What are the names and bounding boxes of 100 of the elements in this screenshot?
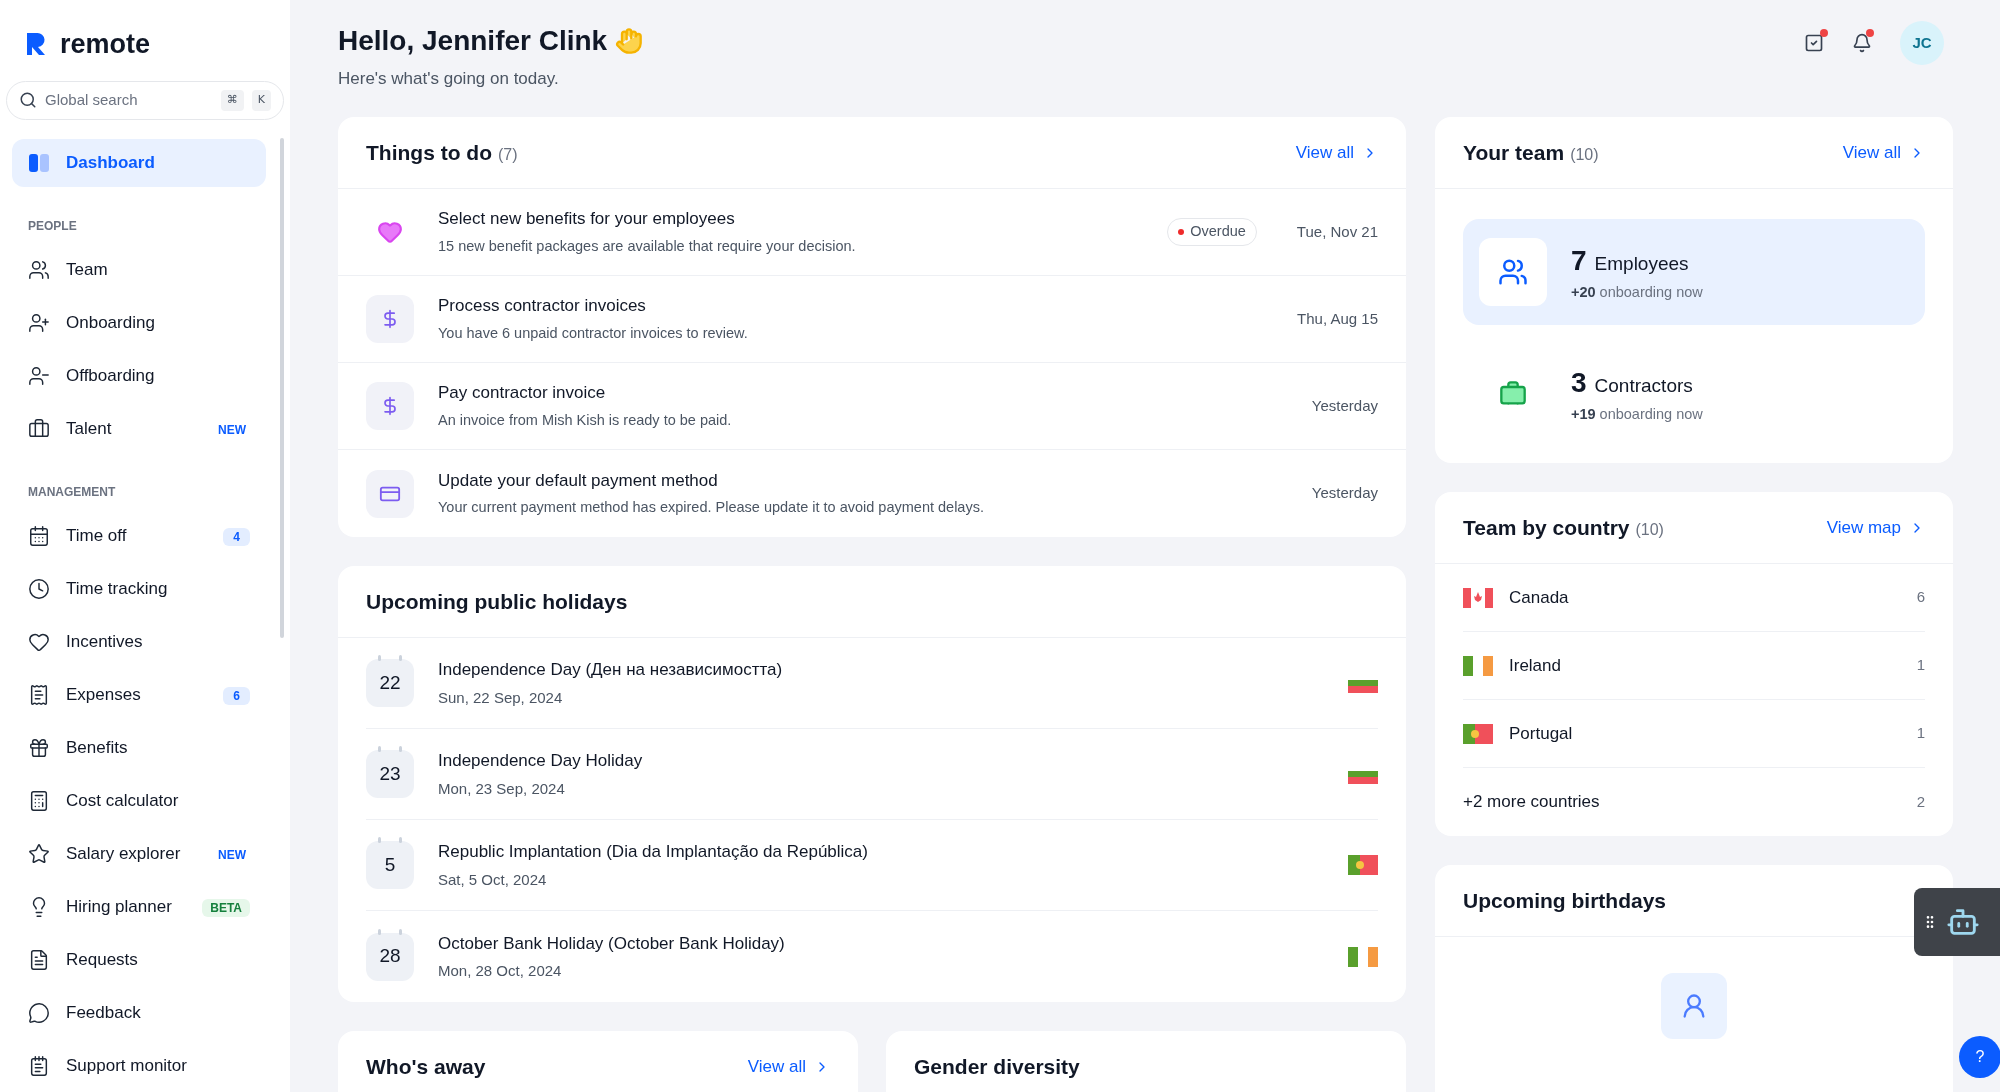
onboarding-delta: +20 [1571,283,1596,303]
count-badge: 4 [223,527,250,546]
people-icon [28,258,50,281]
nav-label: Time tracking [66,577,168,600]
country-name: Canada [1509,586,1570,609]
nav-item[interactable]: Talent NEW [12,404,266,453]
nav-label: Requests [66,948,138,971]
count-text: (10) [1635,519,1664,540]
todo-row[interactable]: Select new benefits for your employees 15 new benefit packages are available that require your decision. Overdue Tue, Nov 21 [338,189,1406,276]
card-title: Gender diversity [914,1053,1080,1080]
todo-description: 15 new benefit packages are available that require your decision. [438,236,857,256]
holiday-name: Independence Day (Ден на независимостта) [438,659,784,681]
nav-label: Support monitor [66,1054,187,1077]
calculator-icon [28,789,50,812]
shortcut-key: K [251,90,271,111]
todo-title: Pay contractor invoice [438,382,607,405]
todo-row[interactable]: Process contractor invoices You have 6 unpaid contractor invoices to review. Thu, Aug 15 [338,276,1406,363]
nav-item[interactable]: Support monitor [12,1041,266,1090]
todo-description: You have 6 unpaid contractor invoices to review. [438,323,749,343]
card-title: Upcoming birthdays [1463,887,1667,914]
card-title: Upcoming public holidays [366,588,628,615]
nav-label: Cost calculator [66,789,179,812]
gift-icon [28,736,50,759]
todo-description: An invoice from Mish Kish is ready to be paid. [438,410,733,430]
todo-title: Update your default payment method [438,469,719,492]
nav-item[interactable]: Cost calculator [12,776,266,825]
holiday-name: October Bank Holiday (October Bank Holiday) [438,932,786,955]
help-button[interactable]: ? [1959,1036,2000,1078]
nav-item[interactable]: Salary explorer NEW [12,829,266,878]
notepad-icon [28,1054,50,1077]
brand-name: remote [60,28,151,61]
nav-item[interactable]: Benefits [12,723,266,772]
briefcase-icon [1499,380,1527,408]
nav-label: Salary explorer [66,842,181,865]
view-link[interactable]: View all [747,1053,830,1080]
country-count: 1 [1916,723,1925,744]
country-count: 6 [1916,587,1925,608]
country-name: Portugal [1509,722,1574,745]
view-link[interactable]: View map [1826,514,1925,541]
nav-label: Onboarding [66,311,155,334]
tag: BETA [202,898,250,917]
country-row[interactable]: Portugal 1 [1463,700,1925,768]
assistant-widget[interactable] [1914,888,2000,956]
country-row[interactable]: Canada 6 [1463,564,1925,632]
holiday-name: Independence Day Holiday [438,750,644,772]
country-name: Ireland [1509,654,1562,677]
view-link[interactable]: View all [1842,139,1925,166]
todo-row[interactable]: Update your default payment method Your current payment method has expired. Please update it to avoid payment delays. Yesterday [338,450,1406,537]
speech-bubble-icon [28,1001,50,1024]
nav-item[interactable]: Incentives [12,617,266,666]
nav-item[interactable]: Team [12,245,266,294]
tag: NEW [214,422,250,437]
nav-item[interactable]: Time off 4 [12,511,266,560]
nav-label: Team [66,258,108,281]
nav-label: Hiring planner [66,895,172,918]
nav-label: Expenses [66,683,141,706]
calendar-icon [28,524,50,547]
card-title: Things to do [366,139,492,166]
user-avatar[interactable]: JC [1900,21,1944,65]
card-title: Team by country [1463,514,1630,541]
search-icon [19,91,37,110]
nav-item[interactable]: Requests [12,935,266,984]
person-minus-icon [28,364,50,387]
country-row[interactable]: Ireland 1 [1463,632,1925,700]
waving-hand-icon [615,27,644,55]
todo-description: Your current payment method has expired. Please update it to avoid payment delays. [438,498,985,518]
count-text: (7) [498,144,518,165]
view-link[interactable]: View all [1295,139,1378,166]
todo-row[interactable]: Pay contractor invoice An invoice from Mish Kish is ready to be paid. Yesterday [338,363,1406,450]
document-icon [28,948,50,971]
team-label: Employees [1594,252,1689,277]
people-icon [1498,257,1528,287]
payment-card-icon [366,469,414,518]
holiday-date: Sat, 5 Oct, 2024 [438,869,548,890]
holiday-date: Mon, 23 Sep, 2024 [438,778,566,799]
nav-item[interactable]: Hiring planner BETA [12,882,266,931]
person-plus-icon [28,311,50,334]
holiday-date: Sun, 22 Sep, 2024 [438,687,564,708]
onboarding-note: onboarding now [1599,283,1703,303]
clock-icon [28,577,50,600]
todo-date: Yesterday [1311,483,1378,504]
nav-item[interactable]: Dashboard [12,138,266,187]
section-heading: MANAGEMENT [27,484,117,501]
nav-item[interactable]: Expenses 6 [12,670,266,719]
search-input[interactable]: Global search [45,89,213,112]
country-row[interactable]: +2 more countries 2 [1463,768,1925,836]
nav-item[interactable]: Onboarding [12,298,266,347]
invoice-icon [366,295,414,343]
nav-item[interactable]: Time tracking [12,564,266,613]
holiday-name: Republic Implantation (Dia da Implantação da República) [438,841,869,863]
nav-item[interactable]: Offboarding [12,351,266,400]
heart-icon [377,219,403,245]
section-heading: PEOPLE [27,218,78,235]
nav-label: Talent [66,417,112,440]
nav-item[interactable]: Feedback [12,988,266,1037]
todo-title: Process contractor invoices [438,295,647,318]
team-label: Contractors [1594,374,1693,399]
team-group[interactable]: 3 Contractors +19 onboarding now [1463,341,1925,447]
team-count: 3 [1571,366,1587,401]
team-group[interactable]: 7 Employees +20 onboarding now [1463,219,1925,325]
